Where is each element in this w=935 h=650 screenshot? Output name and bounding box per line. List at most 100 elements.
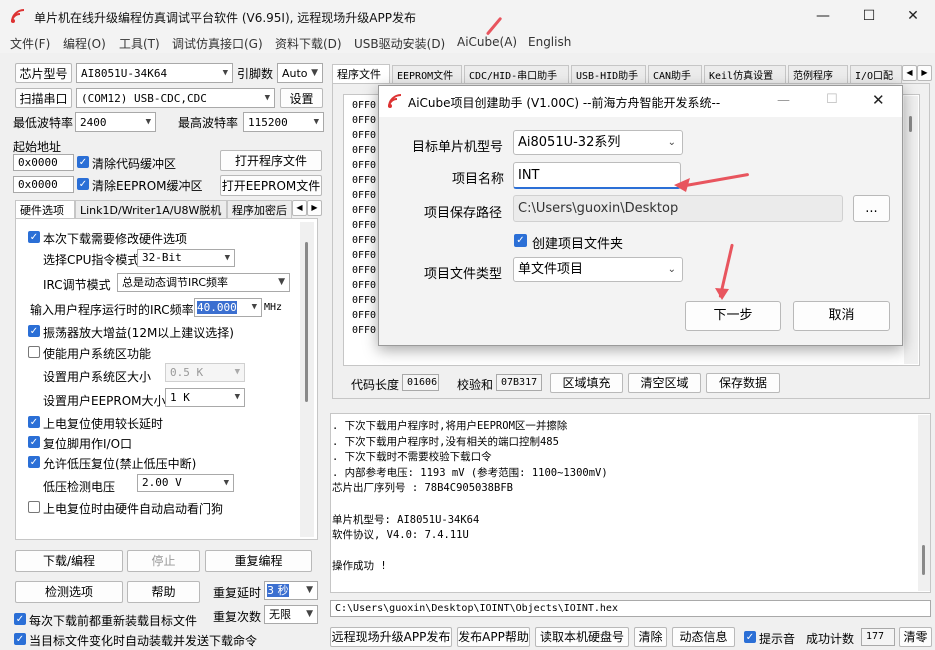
tab-cdc-serial[interactable]: CDC/HID-串口助手 — [464, 65, 569, 84]
next-button[interactable]: 下一步 — [685, 301, 781, 331]
clear-area-button[interactable]: 清空区域 — [628, 373, 701, 393]
log-line: . 下次下载用户程序时,没有相关的端口控制485 — [332, 435, 559, 448]
user-system-area-checkbox[interactable] — [28, 346, 40, 358]
browse-button[interactable]: ... — [853, 195, 890, 222]
tab-scroll-right-button[interactable]: ▶ — [307, 200, 322, 216]
open-eeprom-file-button[interactable]: 打开EEPROM文件 — [220, 175, 322, 196]
user-system-size-value: 0.5 K — [170, 366, 204, 379]
clear-code-checkbox[interactable]: ✓ — [77, 156, 89, 168]
min-baud-select[interactable]: 2400 ▼ — [75, 112, 156, 132]
download-program-button[interactable]: 下载/编程 — [15, 550, 123, 572]
menu-program[interactable]: 编程(O) — [63, 35, 106, 52]
dialog-close-button[interactable]: ✕ — [872, 91, 885, 109]
minimize-button[interactable]: — — [800, 0, 846, 33]
scan-port-button[interactable]: 扫描串口 — [15, 88, 72, 108]
area-fill-button[interactable]: 区域填充 — [550, 373, 623, 393]
publish-app-button[interactable]: 远程现场升级APP发布 — [330, 627, 452, 647]
tab-scroll-left-button[interactable]: ◀ — [902, 65, 917, 81]
reset-count-button[interactable]: 清零 — [899, 627, 932, 647]
success-count-value: 177 — [861, 628, 895, 646]
hardware-panel-scrollbar[interactable] — [300, 222, 314, 537]
hex-address-line: 0FF0 — [352, 280, 377, 291]
eeprom-address-input[interactable]: 0x0000 — [13, 176, 74, 193]
help-button[interactable]: 帮助 — [127, 581, 200, 603]
save-path-input[interactable]: C:\Users\guoxin\Desktop — [513, 195, 843, 222]
project-name-input[interactable]: INT — [513, 162, 681, 189]
menu-download[interactable]: 资料下载(D) — [275, 35, 342, 52]
auto-send-checkbox[interactable]: ✓ — [14, 633, 26, 645]
low-voltage-reset-checkbox[interactable]: ✓ — [28, 456, 40, 468]
publish-help-button[interactable]: 发布APP帮助 — [457, 627, 530, 647]
settings-button[interactable]: 设置 — [280, 88, 323, 108]
stop-button[interactable]: 停止 — [127, 550, 200, 572]
clear-log-button[interactable]: 清除 — [634, 627, 667, 647]
target-mcu-select[interactable]: Ai8051U-32系列 ⌄ — [513, 130, 683, 155]
modify-hardware-checkbox[interactable]: ✓ — [28, 231, 40, 243]
save-data-button[interactable]: 保存数据 — [706, 373, 780, 393]
menu-usb-driver[interactable]: USB驱动安装(D) — [354, 35, 445, 52]
beep-checkbox[interactable]: ✓ — [744, 631, 756, 643]
irc-mode-select[interactable]: 总是动态调节IRC频率 ▼ — [117, 273, 290, 292]
project-type-select[interactable]: 单文件项目 ⌄ — [513, 257, 683, 282]
code-address-input[interactable]: 0x0000 — [13, 154, 74, 171]
max-baud-select[interactable]: 115200 ▼ — [243, 112, 324, 132]
menu-aicube[interactable]: AiCube(A) — [457, 35, 517, 49]
app-logo-icon — [11, 9, 25, 23]
reload-each-checkbox[interactable]: ✓ — [14, 613, 26, 625]
repeat-delay-select[interactable]: 3 秒 ▼ — [264, 581, 318, 600]
dynamic-info-button[interactable]: 动态信息 — [672, 627, 735, 647]
osc-gain-checkbox[interactable]: ✓ — [28, 325, 40, 337]
menu-file[interactable]: 文件(F) — [10, 35, 50, 52]
irc-freq-select[interactable]: 40.000 ▼ — [194, 298, 262, 317]
tab-io-config[interactable]: I/O口配 — [850, 65, 902, 84]
detect-options-button[interactable]: 检测选项 — [15, 581, 123, 603]
hex-address-line: 0FF0 — [352, 175, 377, 186]
cpu-mode-select[interactable]: 32-Bit ▼ — [137, 249, 235, 267]
power-delay-checkbox[interactable]: ✓ — [28, 416, 40, 428]
cancel-button[interactable]: 取消 — [793, 301, 890, 331]
tab-can[interactable]: CAN助手 — [648, 65, 702, 84]
chevron-down-icon: ▼ — [224, 253, 230, 263]
tab-keil-settings[interactable]: Keil仿真设置 — [704, 65, 786, 84]
read-disk-button[interactable]: 读取本机硬盘号 — [535, 627, 629, 647]
auto-watchdog-checkbox[interactable] — [28, 501, 40, 513]
dialog-title-bar: AiCube项目创建助手 (V1.00C) --前海方舟智能开发系统-- — ☐… — [379, 86, 902, 117]
menu-english[interactable]: English — [528, 35, 571, 49]
hex-view-scrollbar[interactable] — [904, 96, 918, 364]
chip-model-select[interactable]: AI8051U-34K64 ▼ — [76, 63, 233, 83]
maximize-button[interactable]: ☐ — [846, 0, 892, 33]
tab-scroll-left-button[interactable]: ◀ — [292, 200, 307, 216]
scrollbar-thumb[interactable] — [909, 116, 912, 132]
menu-tools[interactable]: 工具(T) — [119, 35, 160, 52]
tab-encryption[interactable]: 程序加密后 — [227, 200, 292, 219]
dialog-minimize-button[interactable]: — — [777, 93, 790, 108]
port-select[interactable]: (COM12) USB-CDC,CDC ▼ — [76, 88, 275, 108]
repeat-program-button[interactable]: 重复编程 — [205, 550, 312, 572]
log-scrollbar[interactable] — [918, 415, 930, 591]
repeat-count-select[interactable]: 无限 ▼ — [264, 605, 318, 624]
modify-hardware-label: 本次下载需要修改硬件选项 — [43, 232, 188, 246]
clear-eeprom-checkbox[interactable]: ✓ — [77, 178, 89, 190]
tab-program-file[interactable]: 程序文件 — [332, 64, 390, 83]
project-type-label: 项目文件类型 — [424, 267, 503, 282]
create-folder-checkbox[interactable]: ✓ — [514, 234, 527, 247]
open-program-file-button[interactable]: 打开程序文件 — [220, 150, 322, 171]
close-button[interactable]: ✕ — [890, 0, 935, 33]
scrollbar-thumb[interactable] — [305, 242, 308, 402]
tab-link1d-offline[interactable]: Link1D/Writer1A/U8W脱机 — [75, 200, 227, 219]
scrollbar-thumb[interactable] — [922, 545, 925, 575]
pins-select[interactable]: Auto ▼ — [277, 63, 323, 83]
user-eeprom-size-select[interactable]: 1 K ▼ — [165, 388, 245, 407]
dialog-maximize-button[interactable]: ☐ — [826, 92, 838, 107]
user-system-size-select[interactable]: 0.5 K ▼ — [165, 363, 245, 382]
menu-debug[interactable]: 调试仿真接口(G) — [172, 35, 263, 52]
tab-examples[interactable]: 范例程序 — [788, 65, 848, 84]
lvd-label: 低压检测电压 — [43, 480, 116, 494]
tab-hardware-options[interactable]: 硬件选项 — [15, 200, 75, 219]
chip-model-button[interactable]: 芯片型号 — [15, 63, 72, 83]
tab-usb-hid[interactable]: USB-HID助手 — [571, 65, 646, 84]
tab-scroll-right-button[interactable]: ▶ — [917, 65, 932, 81]
reset-pin-io-checkbox[interactable]: ✓ — [28, 436, 40, 448]
lvd-select[interactable]: 2.00 V ▼ — [137, 474, 234, 492]
tab-eeprom-file[interactable]: EEPROM文件 — [392, 65, 462, 84]
